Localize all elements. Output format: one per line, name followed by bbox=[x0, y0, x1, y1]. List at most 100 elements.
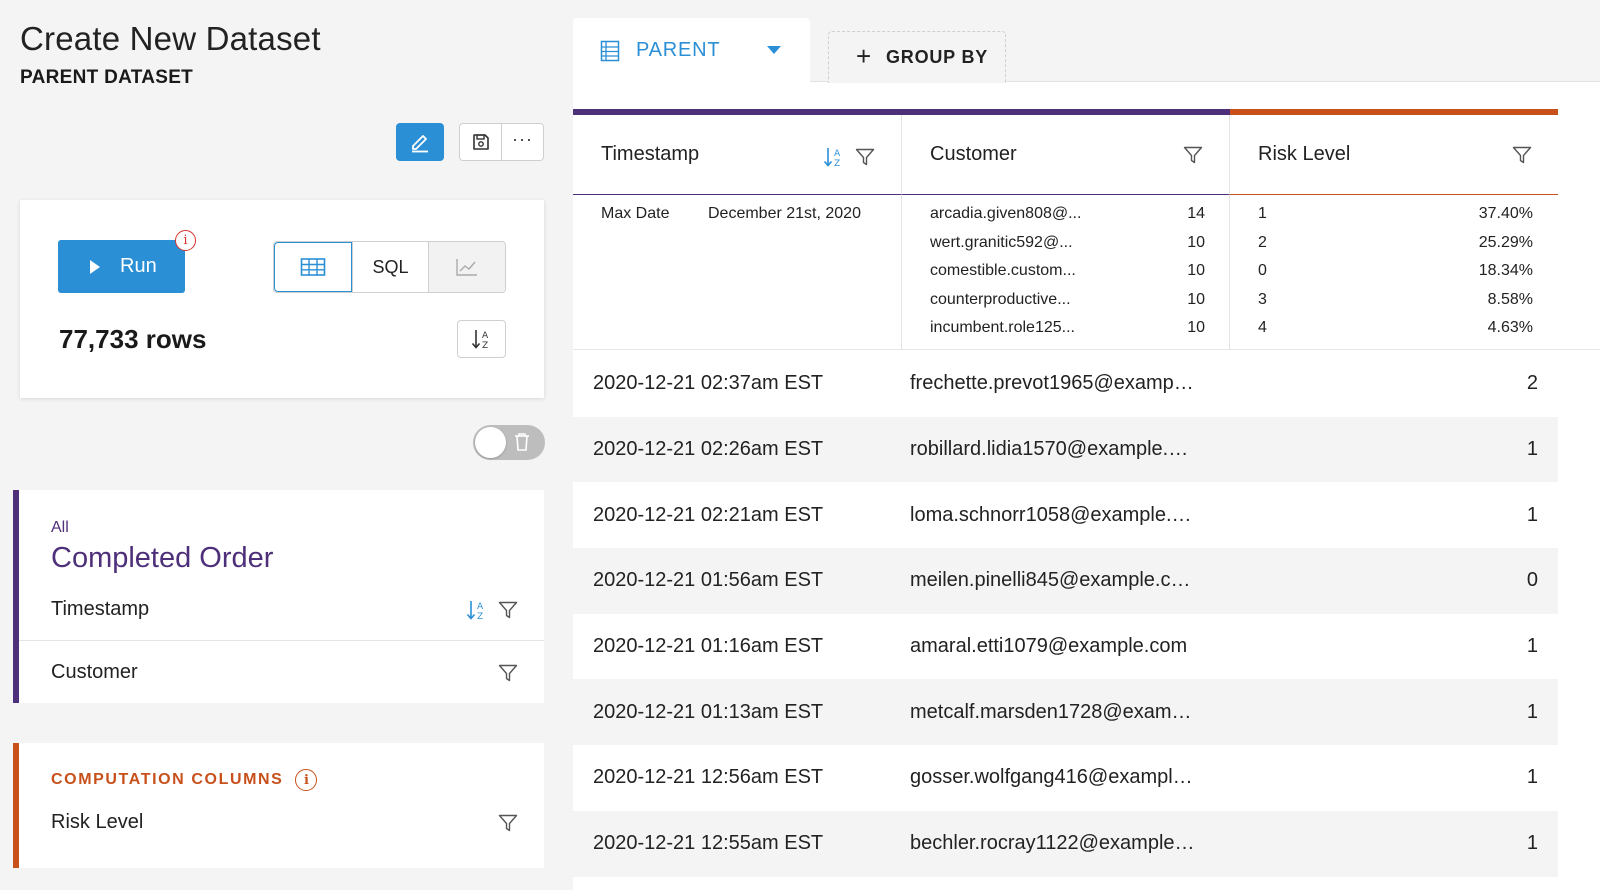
cell-timestamp: 2020-12-21 12:55am EST bbox=[593, 832, 824, 855]
computation-field-risk-level[interactable]: Risk Level bbox=[51, 811, 143, 834]
cell-timestamp: 2020-12-21 02:21am EST bbox=[593, 503, 824, 526]
run-info-icon[interactable]: i bbox=[175, 230, 196, 251]
cell-customer: metcalf.marsden1728@exam… bbox=[910, 700, 1192, 723]
svg-text:Z: Z bbox=[482, 341, 488, 351]
chevron-down-icon[interactable] bbox=[767, 46, 781, 54]
summary-item: wert.granitic592@... 10 bbox=[930, 234, 1205, 252]
computation-title-label: COMPUTATION COLUMNS bbox=[51, 771, 284, 788]
view-toggle: SQL bbox=[273, 241, 506, 293]
summary-item-pct: 18.34% bbox=[1478, 262, 1533, 279]
more-button[interactable]: ··· bbox=[501, 124, 543, 160]
table-view-button[interactable] bbox=[274, 242, 352, 292]
toggle-knob bbox=[475, 427, 506, 458]
play-icon bbox=[90, 259, 100, 274]
cell-risk-level: 1 bbox=[1526, 503, 1538, 526]
sort-az-icon[interactable]: A Z bbox=[466, 598, 488, 622]
summary-item-name: comestible.custom... bbox=[930, 262, 1076, 279]
summary-item-pct: 4.63% bbox=[1487, 319, 1533, 336]
table-icon bbox=[300, 258, 326, 276]
tab-group-by-label: GROUP BY bbox=[885, 47, 989, 67]
summary-item-pct: 37.40% bbox=[1478, 205, 1533, 222]
column-header-label: Customer bbox=[930, 143, 1017, 165]
cell-customer: loma.schnorr1058@example.… bbox=[910, 503, 1192, 526]
cell-timestamp: 2020-12-21 02:37am EST bbox=[593, 372, 824, 395]
column-header-timestamp[interactable]: Timestamp A Z bbox=[573, 115, 902, 195]
summary-item-count: 10 bbox=[1187, 291, 1205, 308]
table-body: 2020-12-21 02:37am EST frechette.prevot19… bbox=[573, 351, 1558, 877]
summary-item: incumbent.role125... 10 bbox=[930, 319, 1205, 337]
summary-item: 3 8.58% bbox=[1258, 291, 1533, 309]
event-scope: All bbox=[51, 519, 69, 536]
svg-text:A: A bbox=[482, 331, 489, 341]
table-row[interactable]: 2020-12-21 02:21am EST loma.schnorr1058@e… bbox=[573, 482, 1558, 548]
sql-view-button[interactable]: SQL bbox=[351, 242, 429, 292]
filter-icon[interactable] bbox=[498, 663, 518, 683]
run-button[interactable]: Run bbox=[58, 240, 185, 293]
delete-toggle[interactable] bbox=[473, 425, 545, 460]
summary-item-name: counterproductive... bbox=[930, 291, 1071, 308]
svg-text:Z: Z bbox=[834, 159, 840, 169]
sort-button[interactable]: A Z bbox=[457, 320, 506, 358]
filter-icon[interactable] bbox=[1183, 145, 1203, 165]
summary-item-level: 3 bbox=[1258, 291, 1267, 308]
results-panel: PARENT + GROUP BY Timestamp A Z Customer… bbox=[573, 0, 1600, 890]
event-field-customer[interactable]: Customer bbox=[19, 641, 544, 704]
event-card[interactable]: All Completed Order Timestamp A Z Custom… bbox=[13, 490, 544, 703]
cell-risk-level: 0 bbox=[1526, 569, 1538, 592]
cell-customer: gosser.wolfgang416@exampl… bbox=[910, 766, 1193, 789]
filter-icon[interactable] bbox=[1512, 145, 1532, 165]
more-icon: ··· bbox=[512, 128, 533, 149]
table-row[interactable]: 2020-12-21 12:55am EST bechler.rocray1122… bbox=[573, 810, 1558, 877]
summary-item-name: incumbent.role125... bbox=[930, 319, 1075, 336]
cell-timestamp: 2020-12-21 02:26am EST bbox=[593, 438, 824, 461]
filter-icon[interactable] bbox=[498, 813, 518, 833]
edit-button[interactable] bbox=[396, 123, 444, 161]
column-header-risk-level[interactable]: Risk Level bbox=[1230, 115, 1558, 195]
event-name: Completed Order bbox=[51, 542, 274, 574]
table-row[interactable]: 2020-12-21 02:26am EST robillard.lidia157… bbox=[573, 416, 1558, 483]
filter-icon[interactable] bbox=[498, 600, 518, 620]
table-row[interactable]: 2020-12-21 02:37am EST frechette.prevot19… bbox=[573, 351, 1558, 417]
column-header-customer[interactable]: Customer bbox=[902, 115, 1230, 195]
run-button-label: Run bbox=[120, 255, 157, 277]
cell-timestamp: 2020-12-21 01:16am EST bbox=[593, 635, 824, 658]
tab-parent[interactable]: PARENT bbox=[573, 18, 810, 83]
summary-item-count: 10 bbox=[1187, 319, 1205, 336]
run-card: Run i SQL 77,733 rows A Z bbox=[20, 200, 544, 398]
computation-info-icon[interactable]: i bbox=[295, 769, 318, 791]
summary-item: arcadia.given808@... 14 bbox=[930, 205, 1205, 223]
table-row[interactable]: 2020-12-21 01:56am EST meilen.pinelli845@… bbox=[573, 548, 1558, 614]
tab-parent-label: PARENT bbox=[636, 39, 721, 61]
summary-item: 4 4.63% bbox=[1258, 319, 1533, 337]
table-row[interactable]: 2020-12-21 01:16am EST amaral.etti1079@ex… bbox=[573, 614, 1558, 680]
table-row[interactable]: 2020-12-21 12:56am EST gosser.wolfgang416… bbox=[573, 745, 1558, 811]
save-button[interactable] bbox=[460, 124, 501, 160]
cell-customer: bechler.rocray1122@example… bbox=[910, 832, 1195, 855]
page-subtitle: PARENT DATASET bbox=[20, 67, 194, 88]
cell-customer: amaral.etti1079@example.com bbox=[910, 635, 1188, 658]
event-field-timestamp[interactable]: Timestamp A Z bbox=[19, 578, 544, 641]
summary-item-level: 4 bbox=[1258, 319, 1267, 336]
cell-risk-level: 1 bbox=[1526, 766, 1538, 789]
filter-icon[interactable] bbox=[855, 147, 875, 167]
summary-item: comestible.custom... 10 bbox=[930, 262, 1205, 280]
sort-az-icon[interactable]: A Z bbox=[823, 145, 845, 169]
summary-timestamp: Max Date December 21st, 2020 bbox=[573, 195, 902, 350]
event-field-label: Customer bbox=[51, 661, 138, 683]
cell-risk-level: 2 bbox=[1526, 372, 1538, 395]
summary-risk-level: 1 37.40% 2 25.29% 0 18.34% 3 8.58% 4 4.63% bbox=[1230, 195, 1558, 350]
chart-view-button[interactable] bbox=[428, 242, 505, 292]
summary-item-level: 1 bbox=[1258, 205, 1267, 222]
summary-item-pct: 25.29% bbox=[1478, 234, 1533, 251]
toolbar-group: ··· bbox=[459, 123, 544, 161]
table-row[interactable]: 2020-12-21 01:13am EST metcalf.marsden172… bbox=[573, 679, 1558, 746]
chart-icon bbox=[456, 259, 478, 276]
cell-customer: frechette.prevot1965@examp… bbox=[910, 372, 1194, 395]
summary-item-count: 10 bbox=[1187, 234, 1205, 251]
svg-text:Z: Z bbox=[477, 612, 483, 622]
cell-risk-level: 1 bbox=[1526, 832, 1538, 855]
tab-group-by[interactable]: + GROUP BY bbox=[828, 31, 1006, 83]
summary-item-pct: 8.58% bbox=[1487, 291, 1533, 308]
summary-item-count: 14 bbox=[1187, 205, 1205, 222]
summary-item: 0 18.34% bbox=[1258, 262, 1533, 280]
